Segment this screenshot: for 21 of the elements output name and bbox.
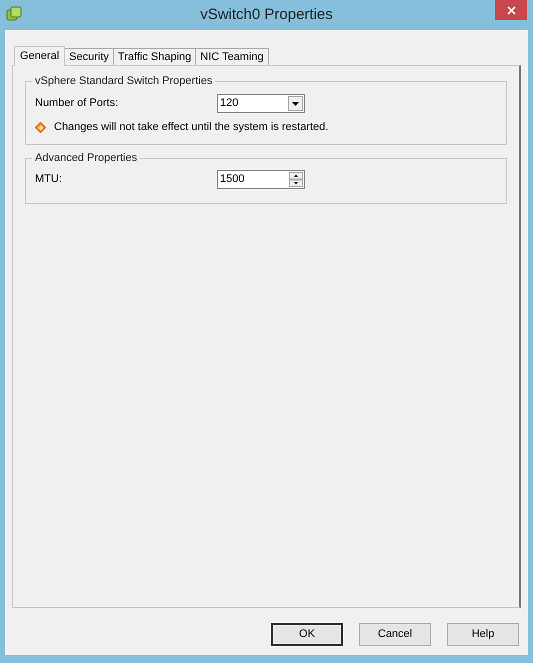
field-label: MTU: [35,172,63,188]
mtu-spinner[interactable]: 1500 [217,170,305,189]
tab[interactable]: NIC Teaming [196,48,269,65]
dialog-button[interactable]: Cancel [359,623,431,646]
caret-icon [288,96,303,110]
tab[interactable]: Traffic Shaping [114,48,196,65]
warning-icon [35,122,46,133]
ports-dropdown[interactable]: 120 [217,94,305,112]
dialog-button[interactable]: OK [271,623,343,646]
tab[interactable]: Security [65,48,114,65]
restart-warning: Changes will not take effect until the system is restarted. [54,120,328,135]
spinner-arrows-icon [289,172,303,187]
close-button[interactable] [495,0,527,20]
group-title: Advanced Properties [32,150,140,164]
field-label: Number of Ports: [35,96,120,111]
tab[interactable]: General [14,46,66,66]
dialog-button[interactable]: Help [447,623,519,646]
close-icon [506,6,516,14]
group-title: vSphere Standard Switch Properties [32,74,216,88]
app-icon [6,6,22,22]
window-title: vSwitch0 Properties [200,4,333,25]
